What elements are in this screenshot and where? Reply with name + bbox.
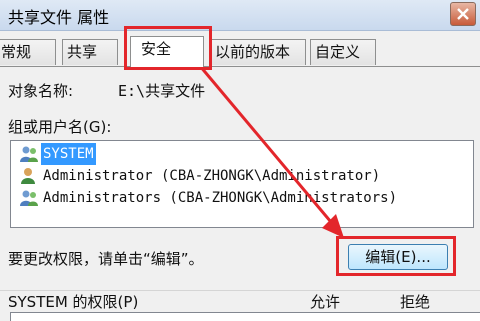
annotation-arrow-icon — [198, 65, 344, 238]
tab-security[interactable]: 安全 — [130, 36, 204, 67]
